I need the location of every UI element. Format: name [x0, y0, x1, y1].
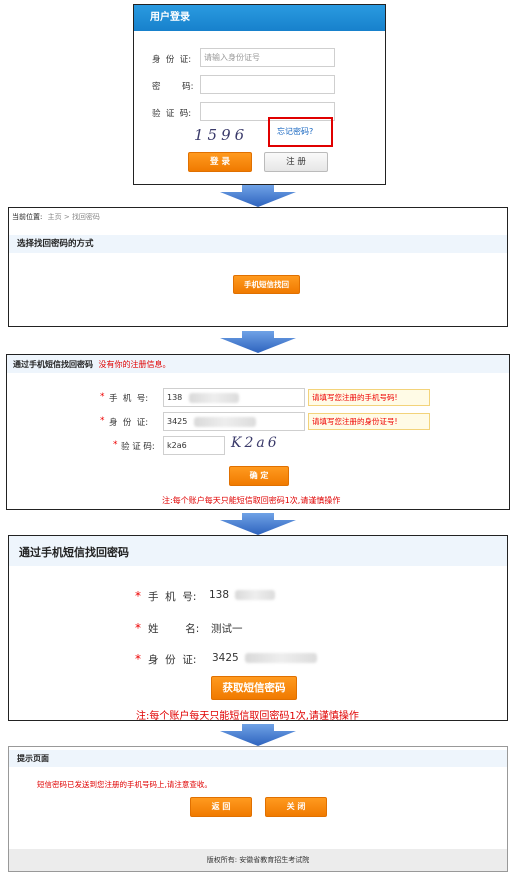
captcha-label: 验 证 码:: [121, 442, 155, 452]
masked-value: [235, 590, 276, 600]
captcha-image: 1596: [194, 126, 249, 144]
phone-label: 手 机 号:: [109, 394, 149, 404]
phone-label: 手 机 号:: [148, 591, 197, 603]
id-value: 3425: [212, 652, 239, 664]
register-button[interactable]: 注 册: [264, 152, 328, 172]
breadcrumb-current: 找回密码: [71, 213, 100, 221]
phone-hint: 请填写您注册的手机号码!: [308, 389, 430, 406]
flow-arrow-icon: [220, 724, 296, 746]
section-title: 选择找回密码的方式: [9, 235, 507, 253]
login-panel: 用户登录 身 份 证: 请输入身份证号 密 码: 验 证 码: 1596 忘记密…: [133, 4, 386, 185]
breadcrumb-home[interactable]: 主页: [48, 213, 62, 221]
phone-value: 138: [209, 589, 230, 601]
breadcrumb-label: 当前位置:: [12, 213, 43, 221]
captcha-label: 验 证 码:: [152, 109, 192, 119]
sms-recover-button[interactable]: 手机短信找回: [233, 275, 300, 294]
id-value-wrap: 3425: [212, 652, 318, 664]
notice-panel: 提示页面 短信密码已发送到您注册的手机号码上,请注意查收。 返 回 关 闭 版权…: [8, 746, 508, 872]
back-button[interactable]: 返 回: [190, 797, 252, 817]
required-asterisk-icon: *: [135, 621, 141, 635]
breadcrumb: 当前位置: 主页 > 找回密码: [12, 212, 100, 222]
id-label: 身 份 证:: [152, 55, 192, 65]
required-asterisk-icon: *: [100, 392, 105, 402]
phone-value: 138: [167, 393, 183, 402]
required-asterisk-icon: *: [135, 589, 141, 603]
phone-value-wrap: 138: [209, 589, 276, 601]
notice-title: 提示页面: [9, 750, 507, 767]
id-label: 身 份 证:: [148, 654, 197, 666]
login-title: 用户登录: [134, 5, 385, 31]
flow-arrow-icon: [220, 185, 296, 207]
sms-form-panel: 通过手机短信找回密码 没有你的注册信息。 * 手 机 号: 138 请填写您注册…: [6, 354, 510, 510]
flow-arrow-icon: [220, 331, 296, 353]
id-input[interactable]: 请输入身份证号: [200, 48, 335, 67]
recover-method-panel: 当前位置: 主页 > 找回密码 选择找回密码的方式 手机短信找回: [8, 207, 508, 327]
sms-confirm-panel: 通过手机短信找回密码 * 手 机 号: 138 * 姓 名: 测试一 * 身 份…: [8, 535, 508, 722]
captcha-image: K2a6: [231, 435, 280, 451]
name-value: 测试一: [211, 623, 243, 635]
id-input[interactable]: 3425: [163, 412, 305, 431]
phone-input[interactable]: 138: [163, 388, 305, 407]
breadcrumb-separator: >: [63, 213, 70, 221]
captcha-input[interactable]: k2a6: [163, 436, 225, 455]
sms-form-note: 注:每个账户每天只能短信取回密码1次,请谨慎操作: [162, 496, 341, 505]
required-asterisk-icon: *: [113, 440, 118, 450]
confirm-button[interactable]: 确 定: [229, 466, 289, 486]
required-asterisk-icon: *: [135, 652, 141, 666]
masked-value: [193, 416, 256, 427]
sms-form-title: 通过手机短信找回密码: [13, 360, 93, 369]
id-value: 3425: [167, 417, 188, 426]
sms-confirm-note: 注:每个账户每天只能短信取回密码1次,请谨慎操作: [136, 711, 359, 722]
login-button[interactable]: 登 录: [188, 152, 252, 172]
get-sms-code-button[interactable]: 获取短信密码: [211, 676, 297, 700]
sms-form-heading: 通过手机短信找回密码 没有你的注册信息。: [13, 359, 171, 370]
id-label: 身 份 证:: [109, 418, 149, 428]
sms-confirm-title: 通过手机短信找回密码: [19, 546, 129, 559]
password-label: 密 码:: [152, 82, 194, 92]
name-label: 姓 名:: [148, 623, 200, 635]
flow-arrow-icon: [220, 513, 296, 535]
copyright-footer: 版权所有: 安徽省教育招生考试院: [206, 856, 310, 864]
masked-value: [188, 392, 239, 403]
forgot-password-link[interactable]: 忘记密码?: [277, 126, 313, 137]
notice-message: 短信密码已发送到您注册的手机号码上,请注意查收。: [37, 780, 212, 789]
close-button[interactable]: 关 闭: [265, 797, 327, 817]
id-hint: 请填写您注册的身份证号!: [308, 413, 430, 430]
required-asterisk-icon: *: [100, 416, 105, 426]
password-input[interactable]: [200, 75, 335, 94]
sms-form-error: 没有你的注册信息。: [98, 360, 171, 369]
masked-value: [245, 653, 318, 663]
